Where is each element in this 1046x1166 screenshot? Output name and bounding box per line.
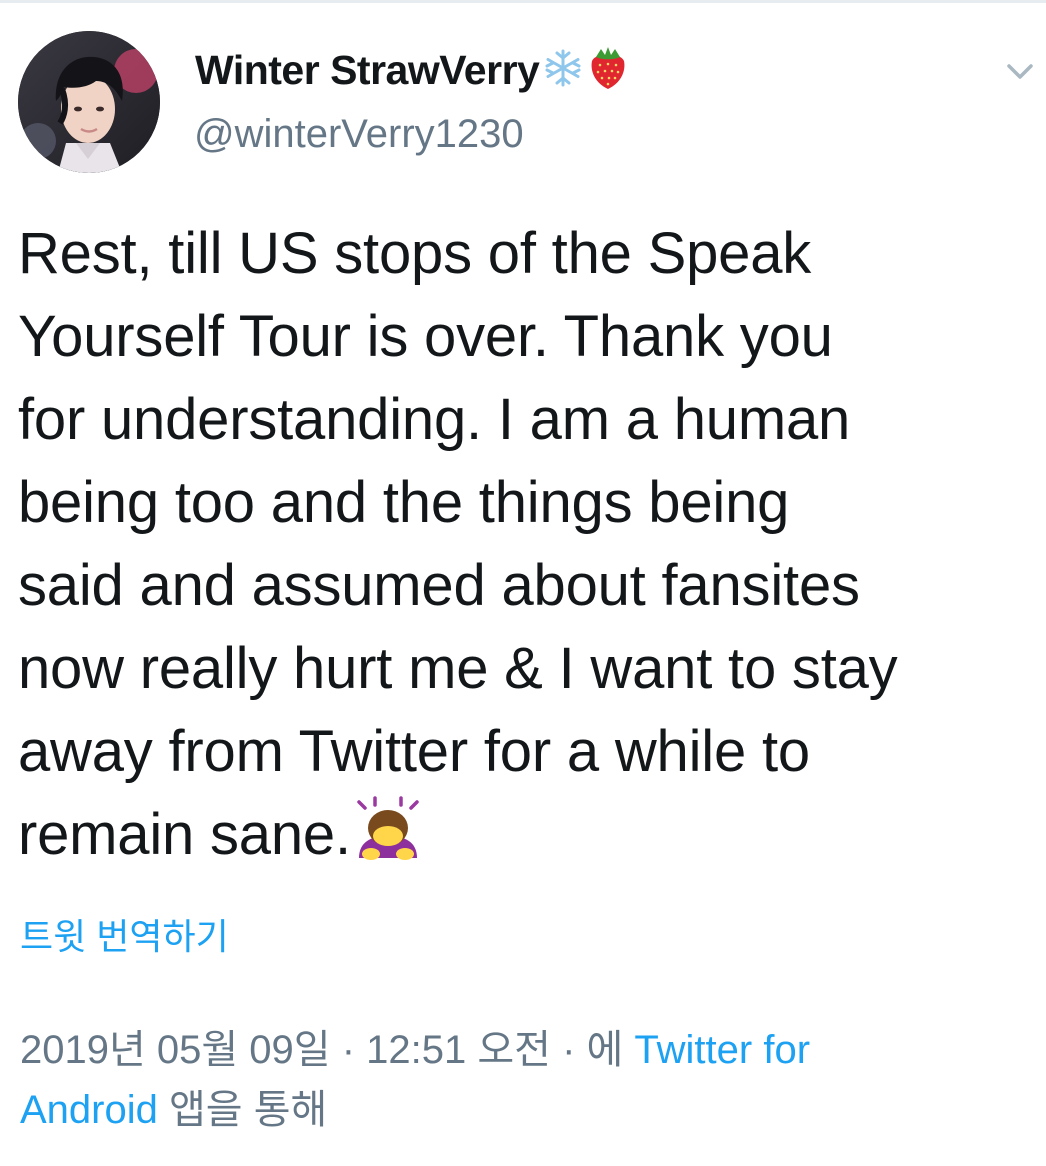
snowflake-icon (543, 48, 583, 93)
avatar-image (18, 31, 160, 173)
translate-tweet-link[interactable]: 트윗 번역하기 (20, 908, 229, 960)
meta-line-2: Android 앱을 통해 (20, 1080, 1030, 1140)
author-name-row[interactable]: Winter StrawVerry (195, 42, 629, 98)
tweet-text-line: now really hurt me & I want to stay (18, 636, 898, 701)
source-app-link-continued[interactable]: Android (20, 1088, 158, 1132)
author-display-name[interactable]: Winter StrawVerry (195, 47, 540, 94)
tweet-meta: 2019년 05월 09일 · 12:51 오전 · 에 Twitter for… (20, 1020, 1030, 1140)
tweet-text-line: said and assumed about fansites (18, 553, 860, 618)
tweet-text-line: being too and the things being (18, 470, 790, 535)
source-suffix: 앱을 통해 (157, 1088, 328, 1132)
author-handle[interactable]: @winterVerry1230 (194, 112, 524, 157)
source-app-link[interactable]: Twitter for (634, 1028, 810, 1072)
tweet-text-line-last: remain sane. (18, 793, 1038, 886)
tweet-text-line: for understanding. I am a human (18, 387, 851, 452)
tweet-text-line: Rest, till US stops of the Speak (18, 221, 812, 286)
strawberry-icon (587, 45, 629, 96)
chevron-down-icon[interactable] (1004, 58, 1036, 84)
avatar[interactable] (18, 31, 160, 173)
tweet-text: Rest, till US stops of the Speak Yoursel… (18, 212, 1038, 886)
tweet-text-line: remain sane. (18, 802, 351, 867)
person-bowing-icon (353, 796, 423, 886)
meta-line-1: 2019년 05월 09일 · 12:51 오전 · 에 Twitter for (20, 1020, 1030, 1080)
top-divider (0, 0, 1046, 3)
tweet-text-line: away from Twitter for a while to (18, 719, 810, 784)
tweet-timestamp[interactable]: 2019년 05월 09일 · 12:51 오전 · 에 (20, 1028, 634, 1072)
tweet-text-line: Yourself Tour is over. Thank you (18, 304, 833, 369)
